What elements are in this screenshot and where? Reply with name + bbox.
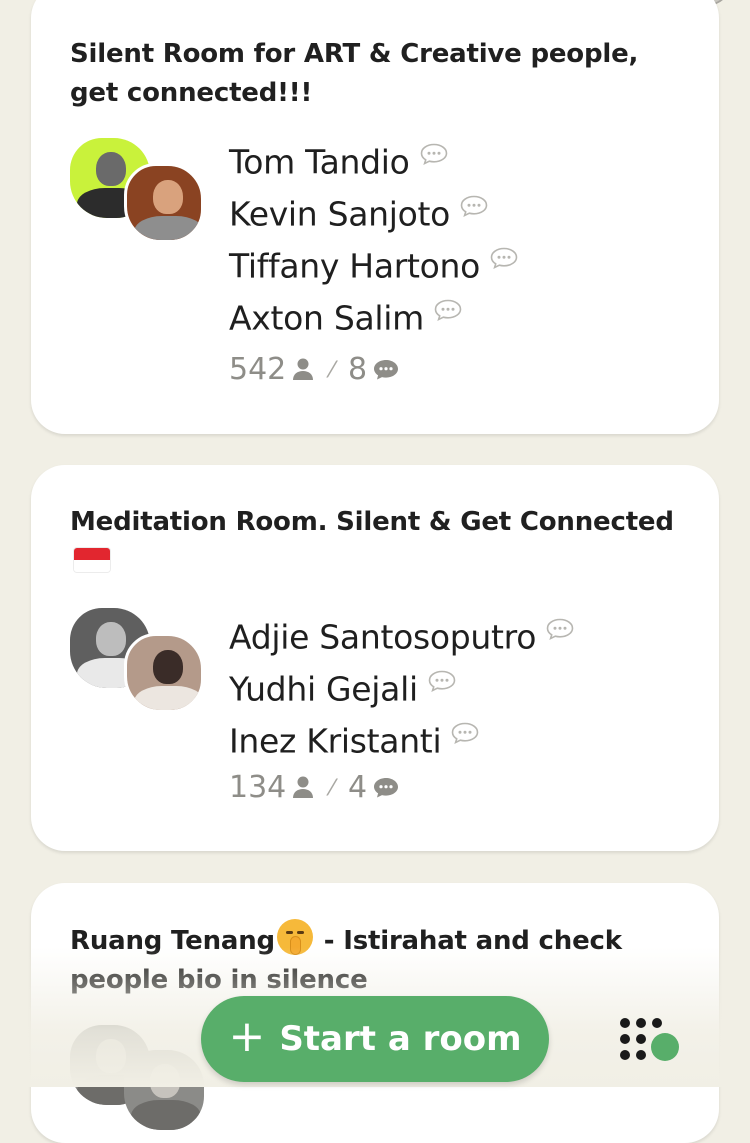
speaker-name: Tom Tandio bbox=[229, 142, 410, 182]
chat-icon bbox=[373, 770, 399, 810]
chat-bubble-icon bbox=[490, 247, 518, 269]
chat-bubble-icon bbox=[434, 299, 462, 321]
room-card[interactable]: Silent Room for ART & Creative people, g… bbox=[31, 0, 719, 434]
room-title: Silent Room for ART & Creative people, g… bbox=[70, 39, 639, 108]
person-icon bbox=[292, 770, 314, 810]
start-room-label: Start a room bbox=[279, 1019, 522, 1059]
speaker-count: 4 bbox=[347, 770, 368, 805]
room-avatars bbox=[70, 608, 210, 718]
chat-bubble-icon bbox=[451, 722, 479, 744]
speaker-item: Tiffany Hartono bbox=[229, 239, 699, 291]
speaker-name: Kevin Sanjoto bbox=[229, 194, 451, 234]
chat-bubble-icon bbox=[546, 618, 574, 640]
avatar bbox=[124, 1050, 204, 1130]
speaker-name: Axton Salim bbox=[229, 298, 424, 338]
indonesia-flag-icon bbox=[74, 548, 110, 572]
listener-count: 542 bbox=[229, 352, 287, 387]
speaker-name: Tiffany Hartono bbox=[229, 246, 481, 286]
avatar bbox=[124, 163, 204, 243]
stats-divider: ⁄ bbox=[330, 776, 334, 801]
room-stats: 542 ⁄ 8 bbox=[229, 350, 399, 390]
speaker-name: Inez Kristanti bbox=[229, 721, 442, 761]
chat-bubble-icon bbox=[460, 195, 488, 217]
plus-icon: + bbox=[228, 1011, 266, 1062]
speaker-list: Tom Tandio Kevin Sanjoto Tiffany Hartono… bbox=[229, 135, 699, 343]
speaker-item: Tom Tandio bbox=[229, 135, 699, 187]
person-icon bbox=[292, 352, 314, 392]
room-card[interactable]: Meditation Room. Silent & Get Connected … bbox=[31, 465, 719, 851]
room-title: Ruang Tenang - Istirahat and check peopl… bbox=[70, 919, 679, 1000]
room-title-text: Meditation Room. Silent & Get Connected bbox=[70, 507, 674, 537]
room-title: Meditation Room. Silent & Get Connected bbox=[70, 503, 679, 581]
backchannel-button[interactable] bbox=[611, 1012, 686, 1068]
chat-icon bbox=[373, 352, 399, 392]
room-avatars bbox=[70, 1025, 210, 1135]
speaker-name: Yudhi Gejali bbox=[229, 669, 418, 709]
chat-bubble-icon bbox=[428, 670, 456, 692]
room-title-text: Ruang Tenang bbox=[70, 926, 275, 956]
speaker-list: Adjie Santosoputro Yudhi Gejali Inez Kri… bbox=[229, 610, 699, 766]
speaker-name: Adjie Santosoputro bbox=[229, 617, 537, 657]
room-avatars bbox=[70, 138, 210, 248]
listener-count: 134 bbox=[229, 770, 287, 805]
speaker-item: Inez Kristanti bbox=[229, 714, 699, 766]
room-stats: 134 ⁄ 4 bbox=[229, 768, 399, 808]
speaker-item: Axton Salim bbox=[229, 291, 699, 343]
avatar bbox=[124, 633, 204, 713]
shushing-face-icon bbox=[276, 919, 313, 955]
online-status-dot bbox=[651, 1033, 679, 1061]
speaker-count: 8 bbox=[347, 352, 368, 387]
chat-bubble-icon bbox=[420, 143, 448, 165]
speaker-item: Kevin Sanjoto bbox=[229, 187, 699, 239]
speaker-item: Adjie Santosoputro bbox=[229, 610, 699, 662]
stats-divider: ⁄ bbox=[330, 358, 334, 383]
start-room-button[interactable]: + Start a room bbox=[201, 996, 549, 1082]
speaker-item: Yudhi Gejali bbox=[229, 662, 699, 714]
